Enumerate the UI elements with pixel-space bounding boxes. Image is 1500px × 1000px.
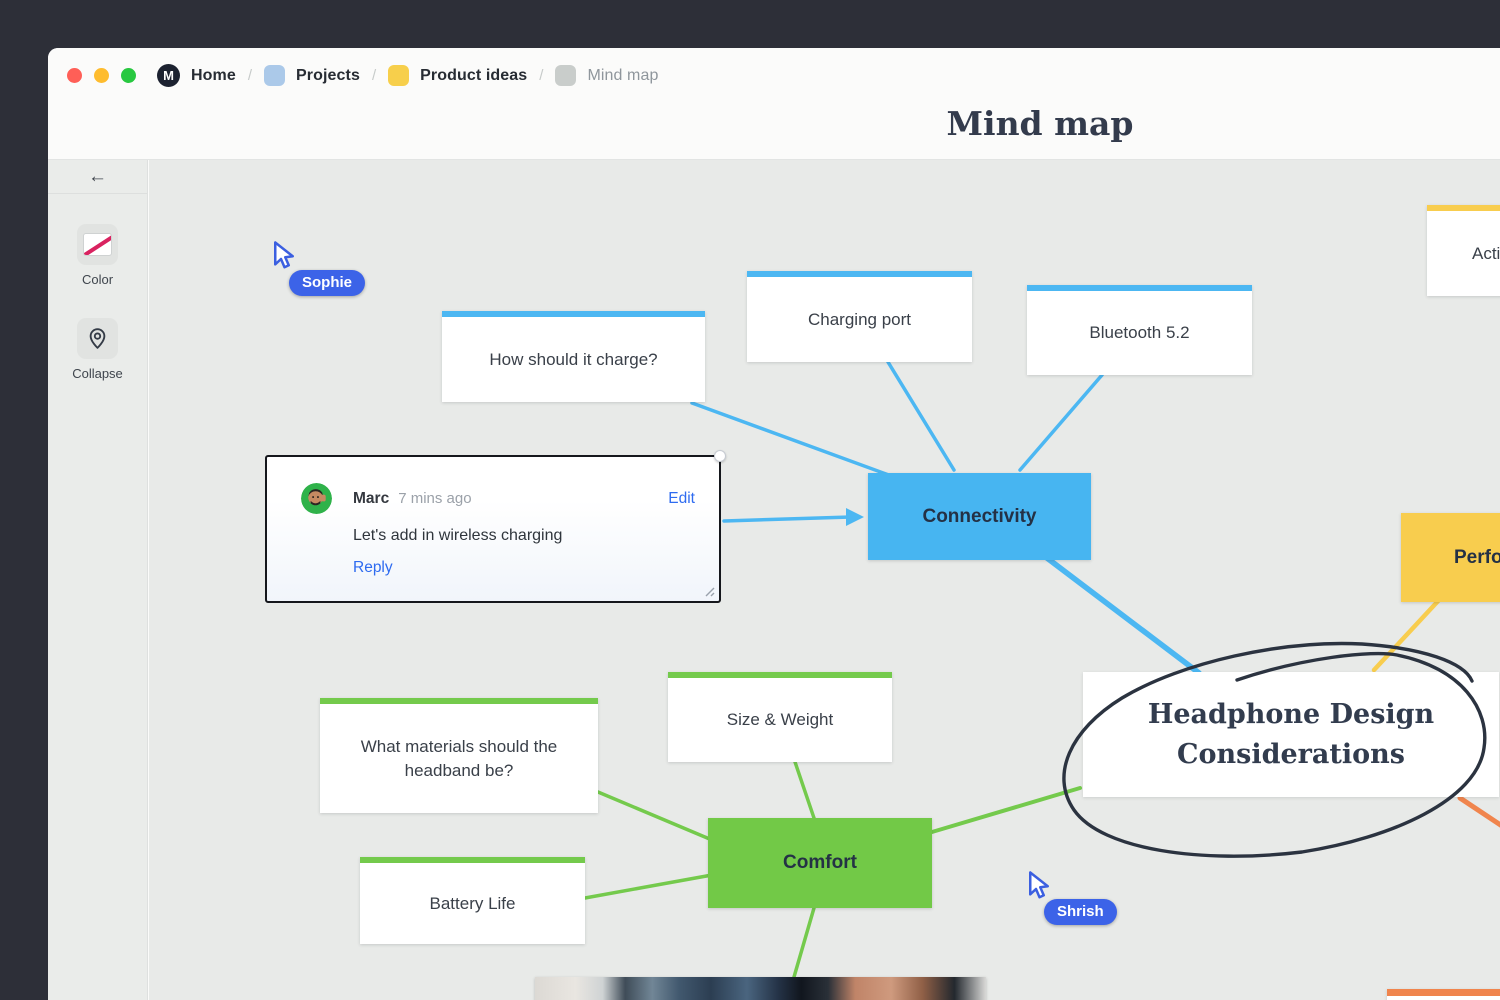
collaborator-name: Sophie [302,274,352,291]
cursor-label-sophie: Sophie [289,270,365,296]
card-battery-life[interactable]: Battery Life [360,857,585,944]
collapse-tool-button[interactable] [77,318,118,359]
breadcrumb-separator: / [539,67,543,84]
card-label: Battery Life [430,892,516,916]
breadcrumb-mind-map-label: Mind map [587,67,658,85]
maximize-button[interactable] [121,68,136,83]
header: M Home / Projects / Product ideas / Mind… [48,48,1500,160]
collapse-sidebar-button[interactable]: ← [48,160,147,194]
breadcrumb-home[interactable]: M Home [157,64,236,87]
minimize-button[interactable] [94,68,109,83]
toolbar-rail: ← Color Collapse [48,160,148,1000]
color-swatch-icon [83,233,112,256]
comment-card[interactable]: Marc 7 mins ago Edit Let's add in wirele… [265,455,721,603]
comment-timestamp: 7 mins ago [398,490,471,507]
node-connectivity[interactable]: Connectivity [868,473,1091,560]
node-label: Comfort [783,852,857,874]
breadcrumb-separator: / [372,67,376,84]
pin-icon [85,326,110,351]
node-comfort[interactable]: Comfort [708,818,932,908]
collapse-tool-label: Collapse [72,366,123,381]
card-orange-clipped[interactable] [1387,989,1500,1000]
comment-text: Let's add in wireless charging [353,527,695,545]
color-tool[interactable]: Color [48,224,147,287]
card-label: What materials should the headband be? [354,735,564,783]
back-arrow-icon: ← [88,166,107,188]
card-label: Size & Weight [727,708,833,732]
resize-handle-icon[interactable] [703,585,715,597]
traffic-lights [67,68,136,83]
color-tool-label: Color [82,272,113,287]
cursor-label-shrish: Shrish [1044,899,1117,925]
node-performance-clipped[interactable]: Perfo [1401,513,1500,602]
mind-map-board-icon [555,65,576,86]
app-logo-icon: M [157,64,180,87]
cursor-shrish-icon [1024,870,1054,900]
node-label: Perfo [1454,547,1500,569]
card-label: How should it charge? [489,348,657,372]
node-label: Connectivity [922,506,1036,528]
photo-card[interactable] [535,977,986,1000]
mind-map-canvas[interactable]: How should it charge? Charging port Blue… [149,160,1500,1000]
card-size-weight[interactable]: Size & Weight [668,672,892,762]
node-headphone-design-considerations[interactable]: Headphone Design Considerations [1083,672,1499,797]
selection-handle[interactable] [714,450,726,462]
breadcrumb-projects[interactable]: Projects [264,65,360,86]
card-how-should-it-charge[interactable]: How should it charge? [442,311,705,402]
collaborator-name: Shrish [1057,903,1104,920]
breadcrumb-product-ideas-label: Product ideas [420,67,527,85]
projects-board-icon [264,65,285,86]
node-label: Headphone Design Considerations [1105,695,1477,773]
comment-reply-link[interactable]: Reply [353,559,695,577]
breadcrumb-separator: / [248,67,252,84]
comment-author: Marc [353,490,389,508]
card-materials[interactable]: What materials should the headband be? [320,698,598,813]
breadcrumb-mind-map[interactable]: Mind map [555,65,658,86]
breadcrumb-projects-label: Projects [296,67,360,85]
card-label: Bluetooth 5.2 [1089,321,1189,345]
card-charging-port[interactable]: Charging port [747,271,972,362]
avatar [301,483,332,514]
product-ideas-board-icon [388,65,409,86]
page-title: Mind map [947,104,1134,143]
color-tool-button[interactable] [77,224,118,265]
card-label: Acti [1472,242,1500,266]
close-button[interactable] [67,68,82,83]
breadcrumb-product-ideas[interactable]: Product ideas [388,65,527,86]
breadcrumb-home-label: Home [191,67,236,85]
app-window: M Home / Projects / Product ideas / Mind… [48,48,1500,1000]
collapse-tool[interactable]: Collapse [48,318,147,381]
comment-edit-link[interactable]: Edit [668,490,695,508]
card-label: Charging port [808,308,911,332]
card-active-clipped[interactable]: Acti [1427,205,1500,296]
card-bluetooth[interactable]: Bluetooth 5.2 [1027,285,1252,375]
breadcrumb: M Home / Projects / Product ideas / Mind… [157,64,659,87]
cursor-sophie-icon [269,240,299,270]
